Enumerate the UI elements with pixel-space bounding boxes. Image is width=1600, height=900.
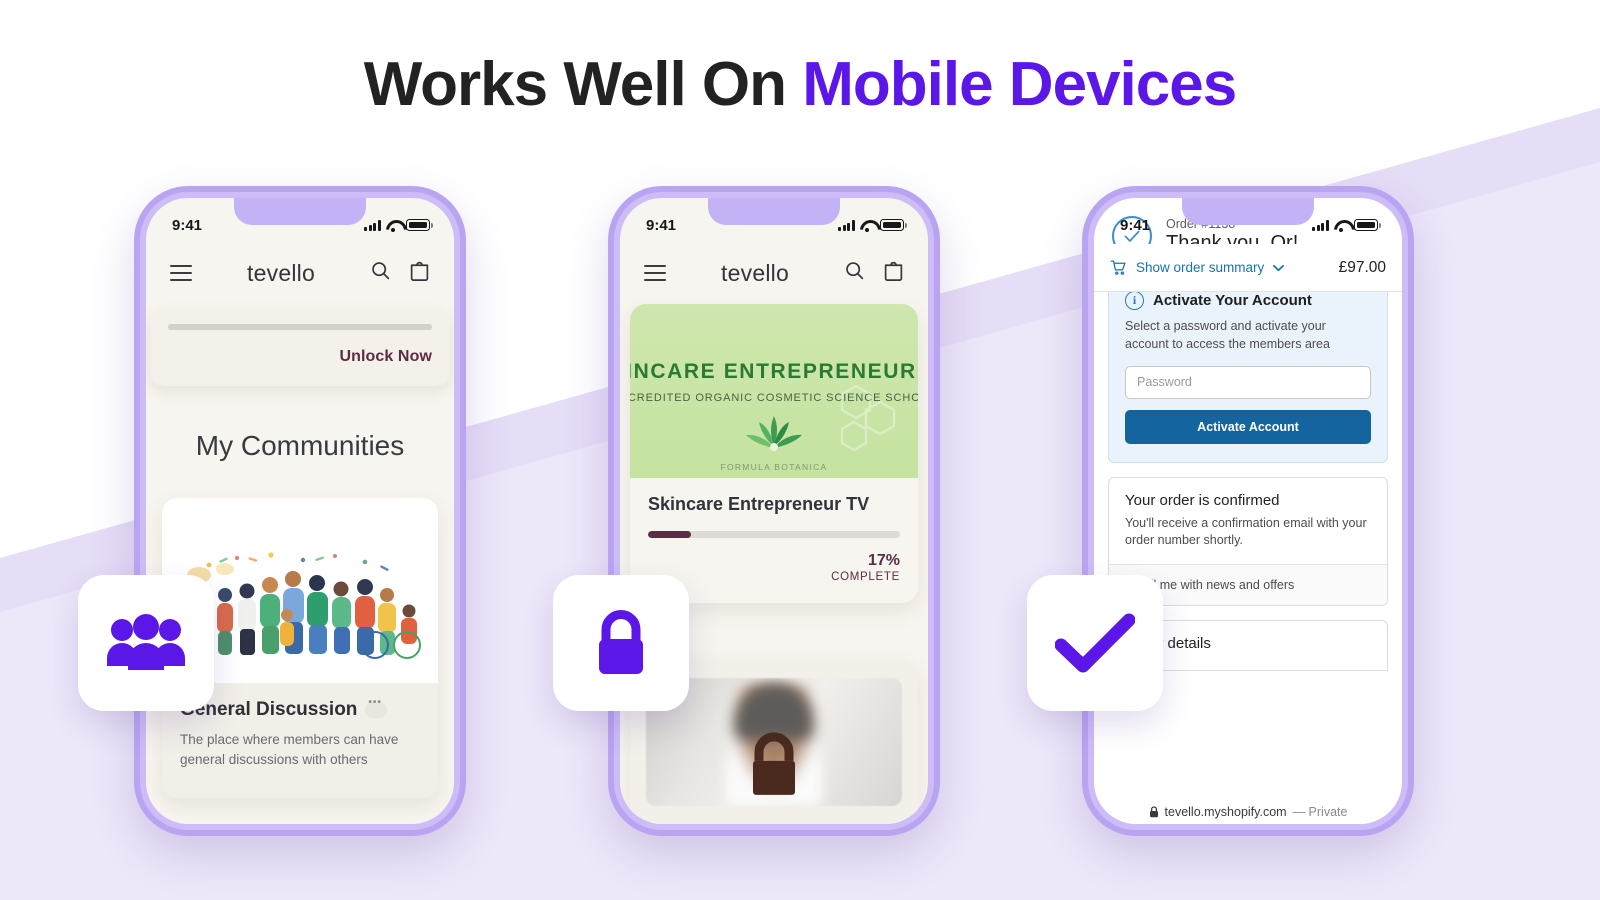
shopping-bag-icon[interactable]	[409, 259, 430, 287]
order-summary-toggle-bar[interactable]: Show order summary £97.00	[1094, 244, 1402, 292]
info-circle-icon: i	[1125, 291, 1144, 310]
status-indicators	[1312, 219, 1381, 232]
shopping-cart-icon	[1110, 260, 1126, 275]
course-progress-caption: COMPLETE	[831, 571, 900, 583]
battery-full-icon	[406, 219, 433, 231]
course-logo-wordmark: FORMULA BOTANICA	[720, 462, 828, 472]
app-top-bar: tevello	[620, 244, 928, 302]
phone-notch	[234, 198, 366, 225]
status-time: 9:41	[1120, 216, 1151, 234]
feature-badge-lock	[553, 575, 689, 711]
lock-icon	[1149, 806, 1158, 818]
headline-accent: Mobile Devices	[802, 50, 1237, 119]
phone3-screen: 9:41 Show order summary £97.00 Order Tha…	[1094, 198, 1402, 824]
shopping-bag-icon[interactable]	[883, 259, 904, 287]
brand-logo: tevello	[247, 259, 315, 286]
top-bar-actions	[844, 259, 904, 287]
cellular-bars-icon	[364, 220, 381, 231]
order-total: £97.00	[1338, 258, 1386, 276]
hamburger-menu-icon[interactable]	[170, 265, 192, 281]
phone1-screen: 9:41 tevello Unlock Now My Communities G…	[146, 198, 454, 824]
activate-account-panel: i Activate Your Account Select a passwor…	[1108, 276, 1388, 463]
top-bar-actions	[370, 259, 430, 287]
status-time: 9:41	[172, 216, 203, 234]
lock-icon	[753, 732, 795, 795]
progress-bar	[168, 324, 432, 330]
battery-full-icon	[880, 219, 907, 231]
course-banner: SKINCARE ENTREPRENEUR TV ACCREDITED ORGA…	[630, 304, 918, 478]
course-title: Skincare Entrepreneur TV	[648, 494, 870, 514]
browser-url-bar[interactable]: tevello.myshopify.com — Private	[1094, 805, 1402, 819]
wifi-icon	[860, 220, 875, 232]
url-text: tevello.myshopify.com	[1164, 805, 1287, 819]
password-field[interactable]	[1125, 365, 1371, 399]
order-confirmed-text: You'll receive a confirmation email with…	[1125, 515, 1367, 548]
phone-notch	[708, 198, 840, 225]
url-mode: — Private	[1292, 805, 1348, 819]
checkmark-icon	[1055, 613, 1135, 673]
leaf-logo-icon	[746, 416, 802, 451]
order-confirmed-title: Your order is confirmed	[1125, 491, 1280, 509]
poster-canvas: Works Well On Mobile Devices 9:41 tevell…	[0, 0, 1600, 900]
unlock-card[interactable]: Unlock Now	[150, 308, 450, 386]
community-card-description: The place where members can have general…	[180, 732, 399, 767]
headline-plain: Works Well On	[363, 50, 803, 119]
course-card[interactable]: SKINCARE ENTREPRENEUR TV ACCREDITED ORGA…	[630, 304, 918, 603]
cellular-bars-icon	[838, 220, 855, 231]
status-indicators	[838, 219, 907, 232]
battery-full-icon	[1354, 219, 1381, 231]
page-title: Works Well On Mobile Devices	[0, 52, 1600, 117]
wifi-icon	[386, 220, 401, 232]
community-card-title-row: General Discussion	[180, 697, 420, 721]
search-icon[interactable]	[844, 260, 865, 286]
course-progress-track	[648, 531, 900, 538]
activate-panel-header: i Activate Your Account	[1125, 291, 1371, 310]
chat-bubble-icon	[365, 697, 388, 718]
course-progress-percent: 17%	[867, 552, 900, 569]
people-group-icon	[107, 614, 185, 670]
order-summary-label: Show order summary	[1136, 260, 1265, 275]
activate-panel-title: Activate Your Account	[1153, 292, 1312, 309]
status-time: 9:41	[646, 216, 677, 234]
feature-badge-check	[1027, 575, 1163, 711]
order-summary-toggle[interactable]: Show order summary	[1110, 259, 1285, 276]
phone2-screen: 9:41 tevello NCARE ENTREPRENEUR CREDITED…	[620, 198, 928, 824]
cellular-bars-icon	[1312, 220, 1329, 231]
phone-mockup-checkout: 9:41 Show order summary £97.00 Order Tha…	[1082, 186, 1414, 836]
activate-panel-description: Select a password and activate your acco…	[1125, 319, 1330, 351]
lock-icon	[599, 610, 643, 674]
brand-logo: tevello	[721, 259, 789, 286]
phone-mockup-course: 9:41 tevello NCARE ENTREPRENEUR CREDITED…	[608, 186, 940, 836]
hamburger-menu-icon[interactable]	[644, 265, 666, 281]
feature-badge-communities	[78, 575, 214, 711]
hexagon-pattern-icon	[840, 384, 896, 452]
activate-account-button[interactable]: Activate Account	[1125, 409, 1371, 444]
wifi-icon	[1334, 220, 1349, 232]
chevron-down-icon	[1273, 264, 1285, 271]
course-progress-fill	[648, 531, 691, 538]
phone-mockup-communities: 9:41 tevello Unlock Now My Communities G…	[134, 186, 466, 836]
phone-notch	[1182, 198, 1314, 225]
search-icon[interactable]	[370, 260, 391, 286]
order-confirmed-section: Your order is confirmed You'll receive a…	[1109, 478, 1387, 565]
app-top-bar: tevello	[146, 244, 454, 302]
status-indicators	[364, 219, 433, 232]
section-title-my-communities: My Communities	[195, 430, 405, 461]
unlock-now-link[interactable]: Unlock Now	[168, 348, 432, 366]
